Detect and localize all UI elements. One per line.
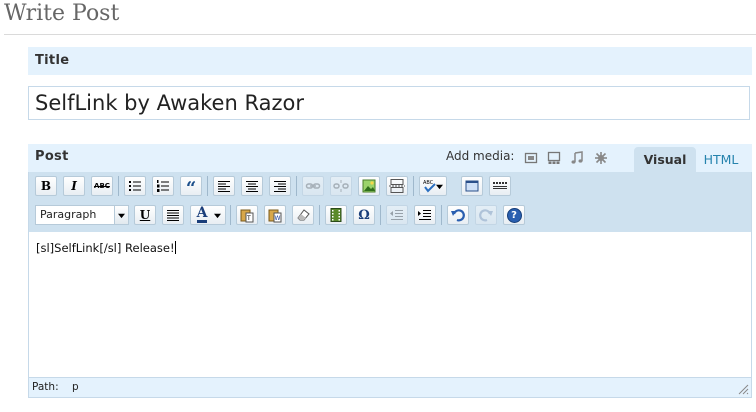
text-caret	[174, 241, 176, 254]
underline-icon: U	[139, 208, 151, 222]
image-icon[interactable]	[524, 151, 538, 165]
more-tag-icon	[389, 179, 405, 193]
image-icon	[362, 179, 376, 193]
undo-button[interactable]	[447, 205, 469, 225]
post-box-label: Post	[35, 149, 69, 164]
more-tag-button[interactable]	[386, 176, 408, 196]
paste-text-icon: T	[240, 209, 254, 223]
help-icon: ?	[506, 207, 522, 223]
outdent-button[interactable]	[386, 205, 408, 225]
help-button[interactable]: ?	[503, 205, 525, 225]
format-select[interactable]: Paragraph	[35, 205, 129, 225]
film-icon	[330, 208, 342, 222]
align-center-button[interactable]	[241, 176, 263, 196]
paste-word-icon: W	[268, 209, 282, 223]
toolbar-separator	[207, 176, 208, 196]
text-color-button[interactable]: A	[190, 205, 226, 225]
blockquote-button[interactable]: “	[180, 176, 202, 199]
unlink-icon	[333, 180, 349, 192]
align-left-icon	[218, 181, 230, 192]
embed-media-button[interactable]	[325, 205, 347, 225]
strikethrough-icon: ABC	[94, 182, 110, 190]
kitchen-sink-icon	[493, 182, 507, 189]
page-title: Write Post	[4, 1, 120, 26]
unlink-button[interactable]	[330, 176, 352, 196]
post-content-text: [sl]SelfLink[/sl] Release!	[36, 241, 175, 255]
tab-visual[interactable]: Visual	[634, 147, 696, 174]
post-content-editor[interactable]: [sl]SelfLink[/sl] Release!	[28, 232, 752, 377]
text-color-icon: A	[196, 205, 208, 223]
remove-format-button[interactable]	[292, 205, 314, 225]
post-box-header: Post Add media: Visual HTML	[28, 143, 752, 174]
resize-handle-icon[interactable]	[737, 383, 749, 395]
link-button[interactable]	[302, 176, 324, 196]
chevron-down-icon	[114, 206, 128, 224]
italic-button[interactable]: I	[63, 176, 85, 196]
underline-button[interactable]: U	[134, 205, 156, 225]
svg-text:ABC: ABC	[423, 180, 434, 186]
spellcheck-button[interactable]: ABC	[419, 176, 447, 196]
media-icon[interactable]	[594, 151, 608, 165]
toolbar-separator	[441, 205, 442, 225]
title-divider	[4, 34, 756, 35]
editor-toolbar: B I ABC “ ABC Paragraph U A T W Ω ?	[28, 172, 752, 232]
align-left-button[interactable]	[213, 176, 235, 196]
insert-image-button[interactable]	[358, 176, 380, 196]
omega-icon: Ω	[358, 207, 370, 223]
help-icon-glyph: ?	[511, 209, 517, 221]
title-box-label: Title	[35, 53, 70, 68]
redo-button[interactable]	[475, 205, 497, 225]
add-media-label: Add media:	[446, 149, 515, 163]
special-character-button[interactable]: Ω	[353, 205, 375, 225]
audio-icon[interactable]	[570, 151, 584, 165]
bold-button[interactable]: B	[35, 176, 57, 196]
toolbar-separator	[230, 205, 231, 225]
path-label: Path:	[32, 381, 59, 393]
paste-word-button[interactable]: W	[264, 205, 286, 225]
numbered-list-button[interactable]	[152, 176, 174, 196]
fullscreen-button[interactable]	[461, 176, 483, 196]
title-box-header: Title	[28, 46, 752, 75]
align-right-button[interactable]	[269, 176, 291, 196]
post-title-input[interactable]: SelfLink by Awaken Razor	[28, 86, 750, 120]
chevron-down-icon	[214, 213, 221, 219]
indent-icon	[418, 210, 431, 220]
path-element-p[interactable]: p	[72, 381, 79, 393]
indent-button[interactable]	[414, 205, 436, 225]
path-bar: Path: p	[28, 377, 752, 398]
numbered-list-icon	[157, 180, 169, 192]
align-right-icon	[274, 181, 286, 192]
strikethrough-button[interactable]: ABC	[91, 176, 113, 196]
link-icon	[305, 183, 321, 189]
tab-html[interactable]: HTML	[696, 147, 746, 173]
gallery-icon[interactable]	[547, 151, 561, 165]
bold-icon: B	[40, 179, 52, 193]
redo-icon	[479, 209, 493, 222]
bullet-list-icon	[129, 181, 141, 191]
toolbar-separator	[380, 205, 381, 225]
align-justify-icon	[167, 210, 179, 221]
svg-text:W: W	[275, 215, 281, 222]
fullscreen-icon	[465, 180, 479, 192]
outdent-icon	[390, 210, 403, 220]
format-select-value: Paragraph	[40, 208, 97, 221]
toolbar-separator	[296, 176, 297, 196]
chevron-down-icon	[436, 184, 443, 190]
align-center-icon	[246, 181, 258, 192]
svg-text:T: T	[246, 215, 251, 222]
undo-icon	[451, 209, 465, 222]
blockquote-icon: “	[185, 178, 197, 199]
kitchen-sink-button[interactable]	[489, 176, 511, 196]
toolbar-separator	[118, 176, 119, 196]
eraser-icon	[297, 209, 310, 221]
justify-button[interactable]	[162, 205, 184, 225]
toolbar-separator	[319, 205, 320, 225]
italic-icon: I	[71, 179, 77, 193]
toolbar-separator	[413, 176, 414, 196]
paste-text-button[interactable]: T	[236, 205, 258, 225]
bullet-list-button[interactable]	[124, 176, 146, 196]
